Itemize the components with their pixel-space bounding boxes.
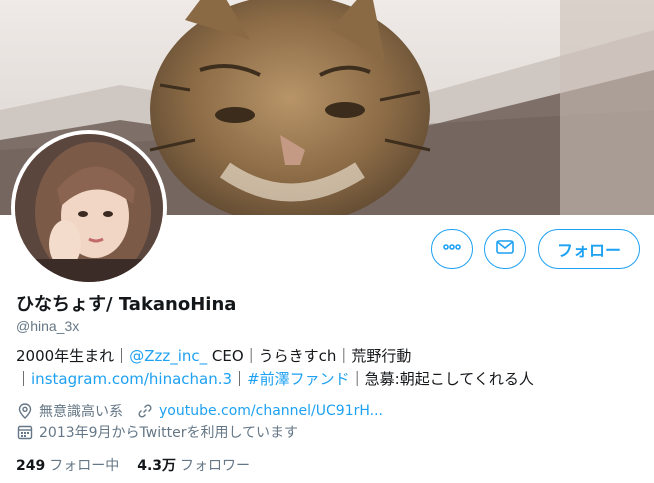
calendar-icon: [16, 423, 34, 441]
bio-instagram-link[interactable]: instagram.com/hinachan.3: [31, 370, 232, 388]
profile-avatar-frame[interactable]: [11, 130, 167, 286]
profile-url-item: youtube.com/channel/UC91rH...: [136, 402, 383, 420]
message-button[interactable]: [484, 229, 526, 269]
follow-button[interactable]: フォロー: [538, 229, 640, 269]
followers-count: 4.3万: [137, 458, 177, 474]
user-handle: @hina_3x: [16, 318, 80, 334]
followers-stat-link[interactable]: 4.3万 フォロワー: [137, 455, 250, 475]
display-name: ひなちょす/ TakanoHina: [16, 294, 237, 315]
link-icon: [136, 402, 154, 420]
more-button[interactable]: [431, 229, 473, 269]
profile-url-link[interactable]: youtube.com/channel/UC91rH...: [159, 403, 383, 419]
bio-hashtag-link[interactable]: #前澤ファンド: [247, 370, 350, 388]
profile-bio: 2000年生まれ｜@Zzz_inc_ CEO｜うらきすch｜荒野行動 ｜inst…: [16, 345, 636, 391]
envelope-icon: [495, 237, 515, 261]
following-label: フォロー中: [49, 458, 120, 474]
bio-text: ｜: [232, 370, 248, 388]
profile-join-date: 2013年9月からTwitterを利用しています: [39, 425, 299, 441]
profile-location: 無意識高い系: [39, 404, 123, 420]
more-icon: [442, 237, 462, 261]
bio-text: ｜: [16, 370, 32, 388]
profile-meta-row: 2013年9月からTwitterを利用しています: [16, 422, 298, 442]
follow-button-label: フォロー: [556, 243, 621, 260]
location-pin-icon: [16, 402, 34, 420]
bio-line-1: 2000年生まれ｜@Zzz_inc_ CEO｜うらきすch｜荒野行動: [16, 345, 636, 368]
following-stat-link[interactable]: 249 フォロー中: [16, 455, 119, 475]
following-count: 249: [16, 458, 46, 474]
bio-mention-link[interactable]: @Zzz_inc_: [129, 347, 207, 365]
bio-line-2: ｜instagram.com/hinachan.3｜#前澤ファンド｜急募:朝起こ…: [16, 368, 636, 391]
avatar[interactable]: [15, 134, 163, 282]
bio-text: CEO｜うらきすch｜荒野行動: [207, 347, 412, 365]
profile-meta-row: 無意識高い系 youtube.com/channel/UC91rH...: [16, 401, 383, 421]
follow-stats: 249 フォロー中 4.3万 フォロワー: [16, 455, 250, 475]
bio-text: 2000年生まれ｜: [16, 347, 130, 365]
followers-label: フォロワー: [180, 458, 251, 474]
bio-text: ｜急募:朝起こしてくれる人: [349, 370, 534, 388]
